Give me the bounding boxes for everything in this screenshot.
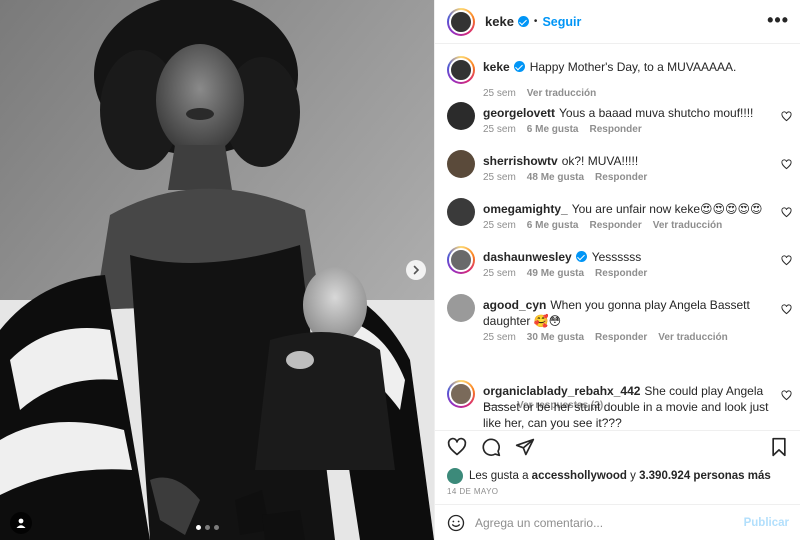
comment-text: ok?! MUVA!!!!!: [561, 154, 639, 168]
like-comment-heart-icon[interactable]: [781, 159, 792, 170]
more-icon[interactable]: •••: [767, 11, 789, 29]
comment-input[interactable]: [475, 515, 735, 530]
comment-username[interactable]: omegamighty_: [483, 202, 568, 216]
tagged-users-button[interactable]: [10, 512, 32, 534]
share-icon[interactable]: [515, 437, 535, 457]
post-actions: Les gusta a accesshollywood y 3.390.924 …: [435, 430, 800, 510]
caption-username[interactable]: keke: [483, 60, 510, 74]
comment-username[interactable]: georgelovett: [483, 106, 555, 120]
comment-username[interactable]: sherrishowtv: [483, 154, 558, 168]
reply-button[interactable]: Responder: [595, 268, 647, 279]
likes-summary: Les gusta a accesshollywood y 3.390.924 …: [447, 468, 771, 484]
add-comment-bar: Publicar: [435, 504, 800, 540]
like-comment-heart-icon[interactable]: [781, 111, 792, 122]
comment-username[interactable]: dashaunwesley: [483, 250, 572, 264]
like-comment-heart-icon[interactable]: [781, 255, 792, 266]
avatar[interactable]: [447, 102, 475, 130]
reply-button[interactable]: Responder: [595, 172, 647, 183]
liker-username[interactable]: accesshollywood: [532, 470, 627, 482]
publish-button[interactable]: Publicar: [744, 517, 789, 529]
comment-time[interactable]: 25 sem: [483, 172, 516, 183]
author-username[interactable]: keke: [485, 14, 514, 29]
verified-badge-icon: [575, 251, 587, 262]
comment-username[interactable]: agood_cyn: [483, 298, 546, 312]
avatar[interactable]: [447, 380, 475, 408]
comment-username[interactable]: organiclablady_rebahx_442: [483, 384, 640, 398]
comment-time[interactable]: 25 sem: [483, 332, 516, 343]
like-comment-heart-icon[interactable]: [781, 304, 792, 315]
like-comment-heart-icon[interactable]: [781, 390, 792, 401]
reply-button[interactable]: Responder: [589, 220, 641, 231]
translate-link[interactable]: Ver traducción: [653, 220, 722, 231]
header-separator: •: [533, 16, 538, 27]
comment-text: You are unfair now keke😍😍😍😍😍: [571, 202, 763, 216]
photo-illustration: [0, 0, 434, 540]
carousel-indicator: [196, 525, 219, 530]
comment-time[interactable]: 25 sem: [483, 124, 516, 135]
like-comment-heart-icon[interactable]: [781, 207, 792, 218]
author-avatar[interactable]: [447, 7, 475, 36]
post-photo[interactable]: [0, 0, 434, 540]
likes-middle: y: [630, 470, 636, 482]
comment-time[interactable]: 25 sem: [483, 220, 516, 231]
carousel-dot: [196, 525, 201, 530]
reply-button[interactable]: Responder: [595, 332, 647, 343]
carousel-dot: [205, 525, 210, 530]
emoji-icon[interactable]: [447, 514, 465, 532]
tag-user-icon: [16, 518, 26, 528]
comment-time[interactable]: 25 sem: [483, 268, 516, 279]
verified-badge-icon: [513, 61, 525, 72]
post-details-panel: keke • Seguir ••• keke Happy Mother's Day…: [434, 0, 800, 540]
translate-link[interactable]: Ver traducción: [527, 88, 596, 99]
comment-likes[interactable]: 30 Me gusta: [527, 332, 584, 343]
carousel-dot: [214, 525, 219, 530]
comment-likes[interactable]: 6 Me gusta: [527, 124, 579, 135]
verified-badge-icon: [517, 16, 529, 27]
bookmark-icon[interactable]: [769, 437, 789, 457]
comment-likes[interactable]: 49 Me gusta: [527, 268, 584, 279]
avatar[interactable]: [447, 246, 475, 274]
comment-text: Yessssss: [591, 250, 642, 264]
likes-count[interactable]: 3.390.924 personas más: [639, 470, 771, 482]
heart-icon[interactable]: [447, 437, 467, 457]
comment-time[interactable]: 25 sem: [483, 88, 516, 99]
comments-list[interactable]: keke Happy Mother's Day, to a MUVAAAAA. 2…: [435, 44, 800, 430]
avatar[interactable]: [447, 294, 475, 322]
translate-link[interactable]: Ver traducción: [658, 332, 727, 343]
next-photo-button[interactable]: [406, 260, 426, 280]
avatar[interactable]: [447, 198, 475, 226]
comment-text: Yous a baaad muva shutcho mouf!!!!: [559, 106, 754, 120]
avatar[interactable]: [447, 56, 475, 84]
post-header: keke • Seguir •••: [435, 0, 800, 44]
follow-button[interactable]: Seguir: [542, 15, 581, 29]
chevron-right-icon: [413, 265, 420, 275]
comment-icon[interactable]: [481, 437, 501, 457]
comment-likes[interactable]: 48 Me gusta: [527, 172, 584, 183]
comment-likes[interactable]: 6 Me gusta: [527, 220, 579, 231]
liker-avatar[interactable]: [447, 468, 463, 484]
caption-text: Happy Mother's Day, to a MUVAAAAA.: [529, 60, 737, 74]
avatar[interactable]: [447, 150, 475, 178]
post-date[interactable]: 14 DE MAYO: [447, 487, 498, 496]
reply-button[interactable]: Responder: [589, 124, 641, 135]
likes-prefix: Les gusta a: [469, 470, 529, 482]
